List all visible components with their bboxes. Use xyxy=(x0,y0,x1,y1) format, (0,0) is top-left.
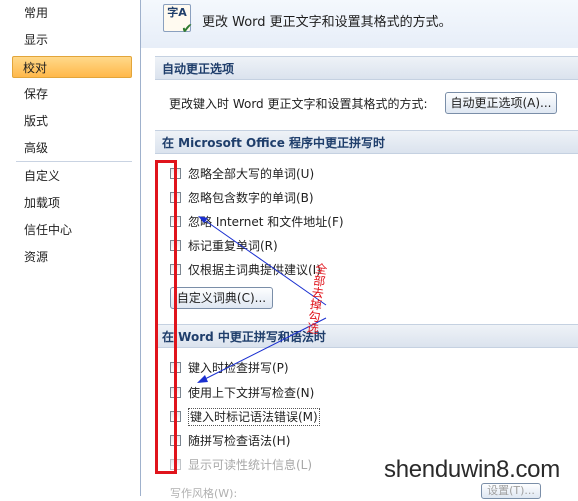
proofing-panel: 字A ✔ 更改 Word 更正文字和设置其格式的方式。 自动更正选项 更改键入时… xyxy=(141,0,578,500)
option-label: 忽略 Internet 和文件地址(F) xyxy=(188,215,344,229)
settings-button[interactable]: 设置(T)... xyxy=(481,483,541,499)
checkbox[interactable] xyxy=(170,411,181,422)
sidebar-item-advanced[interactable]: 高级 xyxy=(14,137,132,159)
option-label: 键入时检查拼写(P) xyxy=(188,361,289,375)
option-label: 键入时标记语法错误(M) xyxy=(188,408,320,426)
checkbox[interactable] xyxy=(170,216,181,227)
sidebar-item-general[interactable]: 常用 xyxy=(14,2,132,24)
custom-dictionaries-button[interactable]: 自定义词典(C)... xyxy=(170,287,273,309)
watermark: shenduwin8.com xyxy=(384,456,560,483)
checkbox[interactable] xyxy=(170,435,181,446)
autocorrect-options-button[interactable]: 自动更正选项(A)... xyxy=(445,92,557,114)
writing-style-label: 写作风格(W): xyxy=(170,487,238,500)
checkbox[interactable] xyxy=(170,387,181,398)
checkbox[interactable] xyxy=(170,362,181,373)
option-label: 使用上下文拼写检查(N) xyxy=(188,386,315,400)
option-label: 标记重复单词(R) xyxy=(188,239,278,253)
section-office-spelling: 在 Microsoft Office 程序中更正拼写时 xyxy=(155,130,578,154)
sidebar-item-display[interactable]: 显示 xyxy=(14,29,132,51)
options-sidebar: 常用 显示 校对 保存 版式 高级 自定义 加载项 信任中心 资源 xyxy=(0,0,141,496)
sidebar-item-layout[interactable]: 版式 xyxy=(14,110,132,132)
checkbox[interactable] xyxy=(170,168,181,179)
sidebar-item-trust-center[interactable]: 信任中心 xyxy=(14,219,132,241)
header-description: 更改 Word 更正文字和设置其格式的方式。 xyxy=(202,15,452,30)
sidebar-item-customize[interactable]: 自定义 xyxy=(14,165,132,187)
sidebar-divider xyxy=(16,161,132,162)
option-label: 显示可读性统计信息(L) xyxy=(188,458,313,472)
option-label: 仅根据主词典提供建议(I) xyxy=(188,263,321,277)
checkbox[interactable] xyxy=(170,240,181,251)
checkbox[interactable] xyxy=(170,192,181,203)
option-label: 忽略包含数字的单词(B) xyxy=(188,191,314,205)
section-word-spelling: 在 Word 中更正拼写和语法时 xyxy=(155,324,578,348)
proofing-abc-icon: 字A ✔ xyxy=(163,4,193,37)
sidebar-item-save[interactable]: 保存 xyxy=(14,83,132,105)
sidebar-item-resources[interactable]: 资源 xyxy=(14,246,132,268)
option-label: 随拼写检查语法(H) xyxy=(188,434,291,448)
sidebar-item-addins[interactable]: 加载项 xyxy=(14,192,132,214)
checkbox[interactable] xyxy=(170,264,181,275)
header-band: 字A ✔ 更改 Word 更正文字和设置其格式的方式。 xyxy=(141,0,578,48)
proofing-icon-text: 字A xyxy=(167,6,187,19)
checkmark-icon: ✔ xyxy=(181,21,193,37)
section-autocorrect: 自动更正选项 xyxy=(155,56,578,80)
autocorrect-row-label: 更改键入时 Word 更正文字和设置其格式的方式: xyxy=(169,97,428,111)
checkbox xyxy=(170,459,181,470)
sidebar-item-proofing[interactable]: 校对 xyxy=(12,56,132,78)
option-label: 忽略全部大写的单词(U) xyxy=(188,167,315,181)
